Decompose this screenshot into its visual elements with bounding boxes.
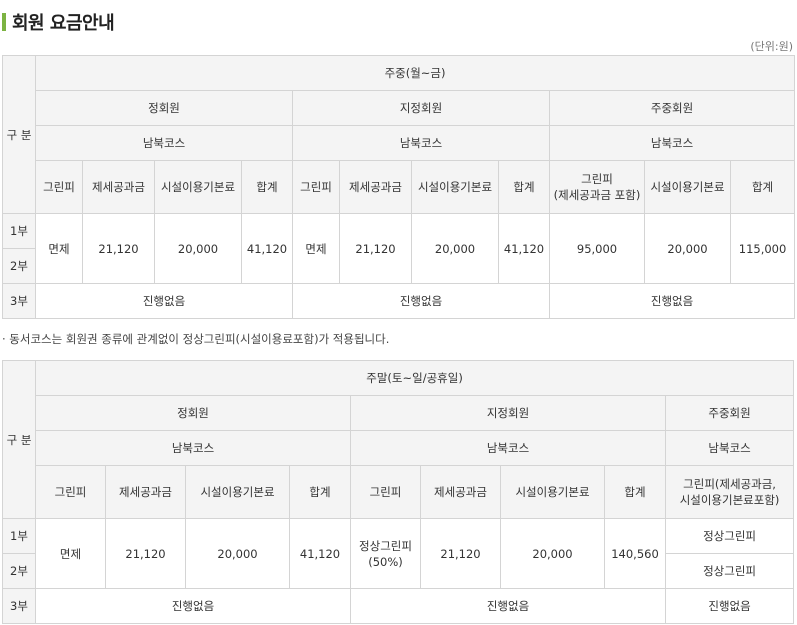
col-header: 시설이용기본료 [644, 160, 731, 214]
col-header: 시설이용기본료 [411, 160, 499, 214]
col-header: 그린피 [35, 160, 83, 214]
cell-value: 21,120 [420, 518, 501, 589]
cell-value: 정상그린피 [664, 553, 795, 589]
course-regular: 남북코스 [35, 125, 293, 161]
group-weekday-member: 주중회원 [664, 395, 795, 431]
course-designated: 남북코스 [292, 125, 550, 161]
cell-value: 면제 [35, 518, 106, 589]
unit-label: (단위:원) [750, 40, 793, 53]
cell-value: 20,000 [500, 518, 605, 589]
weekend-fee-table: 구 분 주말(토~일/공휴일) 정회원 지정회원 주중회원 남북코스 남북코스 … [2, 360, 795, 624]
col-header: 시설이용기본료 [154, 160, 242, 214]
page-title-text: 회원 요금안내 [12, 13, 115, 34]
cell-value: 41,120 [241, 213, 293, 284]
course-regular: 남북코스 [35, 430, 351, 466]
cell-value: 21,120 [339, 213, 412, 284]
group-regular: 정회원 [35, 395, 351, 431]
period-header: 주말(토~일/공휴일) [34, 360, 795, 396]
col-header: 시설이용기본료 [185, 465, 290, 519]
col-header: 그린피 [292, 160, 340, 214]
cell-value: 20,000 [154, 213, 242, 284]
col-header: 합계 [604, 465, 666, 519]
col-header: 제세공과금 [82, 160, 155, 214]
cell-value: 140,560 [604, 518, 666, 589]
part-label: 1부 [2, 518, 36, 554]
col-header-line: 시설이용기본료포함) [679, 493, 780, 507]
col-header: 그린피 [35, 465, 106, 519]
cell-value: 21,120 [82, 213, 155, 284]
course-designated: 남북코스 [350, 430, 666, 466]
part-label: 3부 [2, 588, 36, 624]
col-header: 합계 [241, 160, 293, 214]
cell-value: 115,000 [729, 213, 796, 284]
col-header-line: 그린피 [581, 172, 613, 186]
course-weekday-member: 남북코스 [664, 430, 795, 466]
col-header: 그린피 (제세공과금 포함) [549, 160, 645, 214]
group-regular: 정회원 [35, 90, 293, 126]
period-header: 주중(월~금) [34, 55, 796, 91]
col-header: 제세공과금 [420, 465, 501, 519]
group-weekday-member: 주중회원 [548, 90, 796, 126]
cell-value: 면제 [292, 213, 340, 284]
course-weekday-member: 남북코스 [548, 125, 796, 161]
part-label: 3부 [2, 283, 36, 319]
cell-value: 정상그린피 (50%) [350, 518, 421, 589]
col-header: 합계 [729, 160, 796, 214]
group-designated: 지정회원 [350, 395, 666, 431]
col-header: 그린피(제세공과금, 시설이용기본료포함) [664, 465, 795, 519]
page-title: 회원 요금안내 [2, 10, 115, 34]
cell-value: 20,000 [185, 518, 290, 589]
cell-value: 41,120 [289, 518, 351, 589]
group-designated: 지정회원 [292, 90, 550, 126]
no-progress-cell: 진행없음 [292, 283, 550, 319]
part-label: 2부 [2, 553, 36, 589]
no-progress-cell: 진행없음 [35, 283, 293, 319]
gubun-header: 구 분 [2, 360, 36, 519]
col-header-line: (제세공과금 포함) [553, 188, 641, 202]
col-header: 제세공과금 [105, 465, 186, 519]
cell-value: 95,000 [549, 213, 645, 284]
no-progress-cell: 진행없음 [548, 283, 796, 319]
no-progress-cell: 진행없음 [664, 588, 795, 624]
cell-line: (50%) [368, 554, 403, 569]
weekday-fee-table: 구 분 주중(월~금) 정회원 지정회원 주중회원 남북코스 남북코스 남북코스… [2, 55, 796, 319]
col-header-line: 그린피(제세공과금, [683, 477, 776, 491]
gubun-header: 구 분 [2, 55, 36, 214]
cell-value: 면제 [35, 213, 83, 284]
col-header: 합계 [498, 160, 550, 214]
note-text: · 동서코스는 회원권 종류에 관계없이 정상그린피(시설이용료포함)가 적용됩… [2, 332, 390, 346]
cell-value: 21,120 [105, 518, 186, 589]
cell-value: 41,120 [498, 213, 550, 284]
part-label: 2부 [2, 248, 36, 284]
title-accent-bar [2, 13, 6, 31]
cell-value: 20,000 [411, 213, 499, 284]
cell-line: 정상그린피 [359, 538, 412, 553]
no-progress-cell: 진행없음 [35, 588, 351, 624]
col-header: 제세공과금 [339, 160, 412, 214]
col-header: 시설이용기본료 [500, 465, 605, 519]
col-header: 그린피 [350, 465, 421, 519]
cell-value: 정상그린피 [664, 518, 795, 554]
cell-value: 20,000 [644, 213, 731, 284]
no-progress-cell: 진행없음 [350, 588, 666, 624]
col-header: 합계 [289, 465, 351, 519]
part-label: 1부 [2, 213, 36, 249]
